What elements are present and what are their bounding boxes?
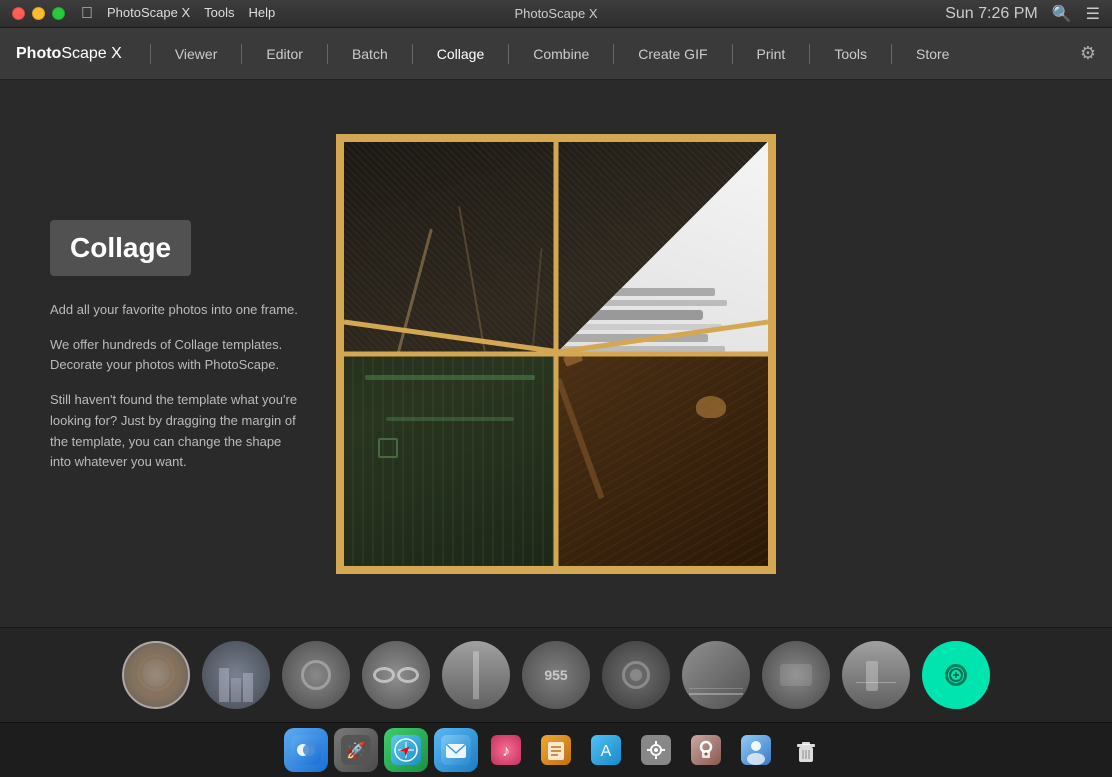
dock-books[interactable] <box>534 728 578 772</box>
title-bar-left:  PhotoScape X Tools Help <box>12 5 275 23</box>
dock-user[interactable] <box>734 728 778 772</box>
nav-create-gif[interactable]: Create GIF <box>622 40 723 68</box>
thumb-wood[interactable]: WOOD <box>122 641 190 709</box>
add-collage-button[interactable] <box>922 641 990 709</box>
collage-desc-2: We offer hundreds of Collage templates. … <box>50 335 300 377</box>
dock-mail[interactable] <box>434 728 478 772</box>
menu-item-app[interactable]: PhotoScape X <box>107 5 190 23</box>
menu-item-help[interactable]: Help <box>248 5 275 23</box>
thumb-machinery[interactable] <box>602 641 670 709</box>
dock-gpg[interactable] <box>684 728 728 772</box>
nav-divider-6 <box>732 44 733 64</box>
time-display: Sun 7:26 PM <box>945 5 1038 23</box>
main-content: Collage Add all your favorite photos int… <box>0 80 1112 627</box>
close-button[interactable] <box>12 7 25 20</box>
app-logo: PhotoScape X <box>16 45 122 63</box>
menu-bar:  PhotoScape X Tools Help <box>81 5 275 23</box>
dock-finder[interactable] <box>284 728 328 772</box>
menu-item-tools[interactable]: Tools <box>204 5 234 23</box>
nav-combine[interactable]: Combine <box>517 40 605 68</box>
window-title: PhotoScape X <box>514 6 597 21</box>
settings-icon[interactable]: ⚙ <box>1080 43 1096 64</box>
collage-preview[interactable] <box>336 134 776 574</box>
svg-text:🚀: 🚀 <box>346 741 366 760</box>
svg-text:♪: ♪ <box>502 743 510 760</box>
add-icon <box>945 664 967 686</box>
thumbnails-strip: WOOD 955 <box>0 627 1112 722</box>
maximize-button[interactable] <box>52 7 65 20</box>
traffic-lights <box>12 7 65 20</box>
nav-store[interactable]: Store <box>900 40 965 68</box>
dock-settings[interactable] <box>634 728 678 772</box>
thumb-coffee[interactable] <box>282 641 350 709</box>
collage-title: Collage <box>50 220 191 276</box>
nav-divider-8 <box>891 44 892 64</box>
nav-print[interactable]: Print <box>741 40 802 68</box>
nav-divider-4 <box>508 44 509 64</box>
dock-safari[interactable] <box>384 728 428 772</box>
left-panel: Collage Add all your favorite photos int… <box>0 80 340 627</box>
svg-text:A: A <box>601 743 612 760</box>
collage-desc-3: Still haven't found the template what yo… <box>50 390 300 473</box>
title-bar-right: Sun 7:26 PM 🔍 ☰ <box>945 4 1100 24</box>
collage-inner <box>344 142 768 566</box>
apple-logo-icon:  <box>81 5 93 23</box>
thumb-glasses[interactable] <box>362 641 430 709</box>
nav-viewer[interactable]: Viewer <box>159 40 234 68</box>
collage-desc-1: Add all your favorite photos into one fr… <box>50 300 300 321</box>
search-icon[interactable]: 🔍 <box>1052 4 1072 24</box>
thumb-buildings[interactable] <box>202 641 270 709</box>
nav-divider-1 <box>241 44 242 64</box>
nav-collage[interactable]: Collage <box>421 40 500 68</box>
thumb-street[interactable] <box>682 641 750 709</box>
thumb-abstract[interactable] <box>762 641 830 709</box>
nav-items: Viewer Editor Batch Collage Combine Crea… <box>159 40 1080 68</box>
nav-divider-7 <box>809 44 810 64</box>
minimize-button[interactable] <box>32 7 45 20</box>
thumb-numbers[interactable]: 955 <box>522 641 590 709</box>
dock: 🚀 ♪ <box>0 722 1112 777</box>
menu-icon[interactable]: ☰ <box>1086 4 1100 24</box>
dock-launchpad[interactable]: 🚀 <box>334 728 378 772</box>
dock-trash[interactable] <box>784 728 828 772</box>
title-bar:  PhotoScape X Tools Help PhotoScape X S… <box>0 0 1112 28</box>
thumb-road[interactable] <box>442 641 510 709</box>
nav-divider-5 <box>613 44 614 64</box>
dock-music[interactable]: ♪ <box>484 728 528 772</box>
nav-batch[interactable]: Batch <box>336 40 404 68</box>
dock-appstore[interactable]: A <box>584 728 628 772</box>
nav-tools[interactable]: Tools <box>818 40 883 68</box>
nav-bar: PhotoScape X Viewer Editor Batch Collage… <box>0 28 1112 80</box>
thumb-water[interactable] <box>842 641 910 709</box>
nav-editor[interactable]: Editor <box>250 40 319 68</box>
nav-divider <box>150 44 151 64</box>
nav-divider-3 <box>412 44 413 64</box>
nav-divider-2 <box>327 44 328 64</box>
